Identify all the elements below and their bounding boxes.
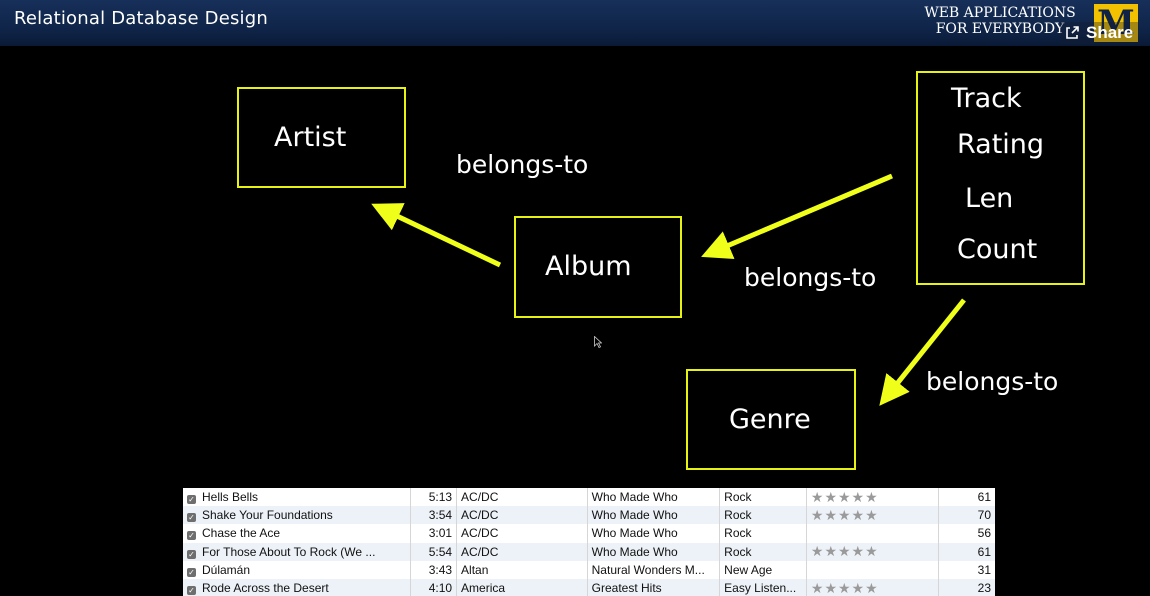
- len-label: Len: [965, 183, 1014, 214]
- rating-label: Rating: [957, 129, 1045, 160]
- track-genre-cell: Rock: [719, 542, 807, 561]
- track-name-text: Chase the Ace: [202, 526, 281, 541]
- album-to-artist-arrow: [371, 203, 502, 268]
- track-artist-cell: AC/DC: [456, 488, 588, 507]
- belongs-to-label-track-album: belongs-to: [744, 263, 877, 292]
- table-row[interactable]: ✓ Dúlamán 3:43 Altan Natural Wonders M... New…: [183, 560, 995, 579]
- track-name-cell: ✓ Shake Your Foundations: [183, 506, 411, 525]
- table-row[interactable]: ✓ Shake Your Foundations 3:54 AC/DC Who Made…: [183, 506, 995, 525]
- track-name-cell: ✓ Rode Across the Desert: [183, 578, 411, 596]
- track-name-text: Hells Bells: [202, 490, 259, 505]
- belongs-to-label-track-genre: belongs-to: [926, 367, 1059, 396]
- track-time-cell: 5:13: [410, 488, 458, 507]
- count-label: Count: [957, 234, 1038, 265]
- track-time-cell: 3:01: [410, 524, 458, 543]
- table-row[interactable]: ✓ Hells Bells 5:13 AC/DC Who Made Who Rock ★★★…: [183, 488, 995, 507]
- track-rating-cell: ★★★★★: [806, 488, 939, 507]
- track-rating-cell: [806, 524, 939, 543]
- track-artist-cell: AC/DC: [456, 542, 588, 561]
- track-album-cell: Who Made Who: [587, 542, 721, 561]
- track-artist-cell: AC/DC: [456, 524, 588, 543]
- track-name-text: Dúlamán: [202, 562, 251, 577]
- track-genre-cell: Rock: [719, 506, 807, 525]
- track-artist-cell: Altan: [456, 560, 588, 579]
- track-playcount-cell: 23: [977, 581, 991, 596]
- track-rating-cell: ★★★★★: [806, 506, 939, 525]
- track-label: Track: [951, 83, 1022, 114]
- checkbox-icon[interactable]: ✓: [187, 586, 196, 596]
- track-playcount-cell: 56: [977, 526, 991, 541]
- track-genre-cell: Rock: [719, 524, 807, 543]
- table-row[interactable]: ✓ Chase the Ace 3:01 AC/DC Who Made Who Rock 5…: [183, 524, 995, 543]
- table-row[interactable]: ✓ For Those About To Rock (We ... 5:54 AC/D…: [183, 542, 995, 561]
- track-album-cell: Natural Wonders M...: [587, 560, 721, 579]
- track-time-cell: 3:43: [410, 560, 458, 579]
- track-album-cell: Greatest Hits: [587, 578, 721, 596]
- track-time-cell: 3:54: [410, 506, 458, 525]
- album-label: Album: [545, 251, 632, 282]
- genre-label: Genre: [729, 404, 811, 435]
- track-name-cell: ✓ Dúlamán: [183, 560, 411, 579]
- track-artist-cell: America: [456, 578, 588, 596]
- belongs-to-label-album-artist: belongs-to: [456, 150, 589, 179]
- track-rating-cell: [806, 560, 939, 579]
- checkbox-icon[interactable]: ✓: [187, 549, 196, 559]
- track-table: ✓ Hells Bells 5:13 AC/DC Who Made Who Rock ★★★…: [183, 488, 995, 596]
- mouse-cursor-icon: [594, 336, 602, 348]
- track-playcount-cell: 61: [977, 490, 991, 505]
- track-rating-cell: ★★★★★: [806, 542, 939, 561]
- track-playcount-cell: 61: [977, 544, 991, 559]
- track-name-text: Rode Across the Desert: [202, 581, 329, 596]
- checkbox-icon[interactable]: ✓: [187, 567, 196, 577]
- track-album-cell: Who Made Who: [587, 488, 721, 507]
- track-genre-cell: Rock: [719, 488, 807, 507]
- track-playcount-cell: 31: [977, 562, 991, 577]
- track-to-album-arrow: [701, 173, 893, 260]
- track-genre-cell: Easy Listen...: [719, 578, 807, 596]
- track-name-cell: ✓ Chase the Ace: [183, 524, 411, 543]
- track-time-cell: 5:54: [410, 542, 458, 561]
- track-table-body: ✓ Hells Bells 5:13 AC/DC Who Made Who Rock ★★★…: [183, 488, 995, 596]
- track-rating-cell: ★★★★★: [806, 578, 939, 596]
- track-name-cell: ✓ For Those About To Rock (We ...: [183, 542, 411, 561]
- track-album-cell: Who Made Who: [587, 506, 721, 525]
- table-row[interactable]: ✓ Rode Across the Desert 4:10 America Greate…: [183, 578, 995, 596]
- track-playcount-cell: 70: [977, 508, 991, 523]
- checkbox-icon[interactable]: ✓: [187, 531, 196, 541]
- track-genre-cell: New Age: [719, 560, 807, 579]
- checkbox-icon[interactable]: ✓: [187, 495, 196, 505]
- track-album-cell: Who Made Who: [587, 524, 721, 543]
- track-name-text: For Those About To Rock (We ...: [202, 544, 376, 559]
- artist-label: Artist: [274, 122, 347, 153]
- track-time-cell: 4:10: [410, 578, 458, 596]
- track-name-text: Shake Your Foundations: [202, 508, 333, 523]
- track-artist-cell: AC/DC: [456, 506, 588, 525]
- track-name-cell: ✓ Hells Bells: [183, 488, 411, 507]
- checkbox-icon[interactable]: ✓: [187, 513, 196, 523]
